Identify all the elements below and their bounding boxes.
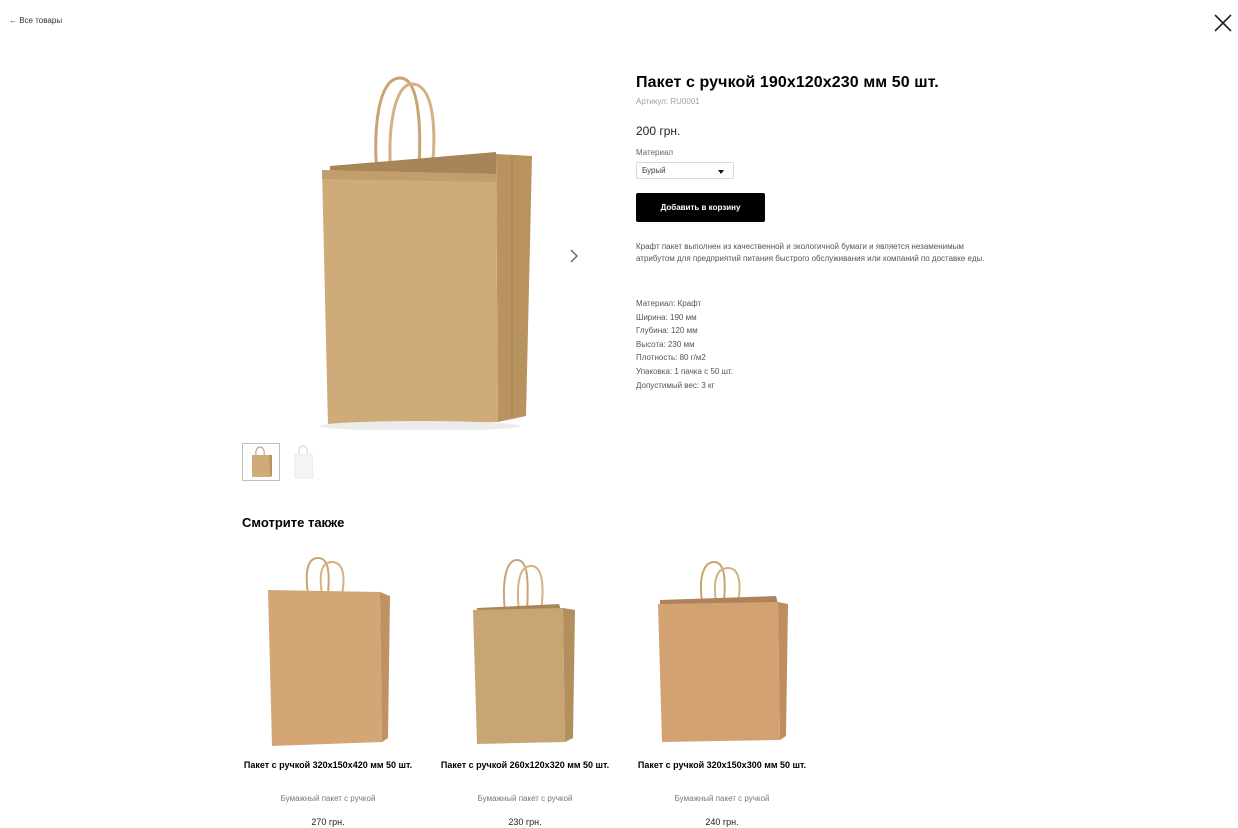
main-product-image <box>300 70 552 431</box>
spec-height: Высота: 230 мм <box>636 339 695 349</box>
product-title: Пакет с ручкой 190х120х230 мм 50 шт. <box>636 74 939 91</box>
spec-depth: Глубина: 120 мм <box>636 326 698 336</box>
close-button[interactable] <box>1212 12 1234 34</box>
related-product-image <box>439 552 611 752</box>
spec-packaging: Упаковка: 1 пачка с 50 шт. <box>636 366 733 376</box>
related-product-subtitle: Бумажный пакет с ручкой <box>477 794 573 803</box>
next-image-button[interactable] <box>566 246 582 266</box>
related-product-price: 230 грн. <box>508 817 542 827</box>
close-icon <box>1214 14 1232 32</box>
caret-down-icon <box>718 170 724 174</box>
thumbnail-kraft-bag[interactable] <box>242 443 280 481</box>
related-product-image <box>636 552 808 752</box>
material-select-value: Бурый <box>642 166 666 175</box>
product-price: 200 грн. <box>636 124 681 138</box>
back-to-all-products-link[interactable]: ← Все товары <box>9 16 62 25</box>
material-select[interactable]: Бурый <box>636 162 734 179</box>
product-specs: Материал: Крафт Ширина: 190 мм Глубина: … <box>636 297 733 392</box>
product-sku: Артикул: RU0001 <box>636 97 700 106</box>
chevron-right-icon <box>570 249 578 263</box>
spec-material: Материал: Крафт <box>636 299 702 308</box>
related-product-image <box>242 552 414 752</box>
product-description: Крафт пакет выполнен из качественной и э… <box>636 242 985 263</box>
see-also-heading: Смотрите также <box>242 515 345 530</box>
kraft-bag-thumb-icon <box>252 446 272 477</box>
add-to-cart-button[interactable]: Добавить в корзину <box>636 193 765 222</box>
related-product-subtitle: Бумажный пакет с ручкой <box>674 794 770 803</box>
white-bag-thumb-icon <box>294 445 314 479</box>
related-product-name: Пакет с ручкой 260х120х320 мм 50 шт. <box>440 760 610 770</box>
thumbnail-white-bag[interactable] <box>285 443 323 481</box>
spec-max-weight: Допустимый вес: 3 кг <box>636 380 715 390</box>
spec-density: Плотность: 80 г/м2 <box>636 353 706 363</box>
related-product-name: Пакет с ручкой 320х150х300 мм 50 шт. <box>637 760 807 770</box>
related-product-name: Пакет с ручкой 320х150х420 мм 50 шт. <box>243 760 413 770</box>
related-product-price: 240 грн. <box>705 817 739 827</box>
material-label: Материал <box>636 148 674 157</box>
related-product-subtitle: Бумажный пакет с ручкой <box>280 794 376 803</box>
related-product-price: 270 грн. <box>311 817 345 827</box>
spec-width: Ширина: 190 мм <box>636 312 697 322</box>
